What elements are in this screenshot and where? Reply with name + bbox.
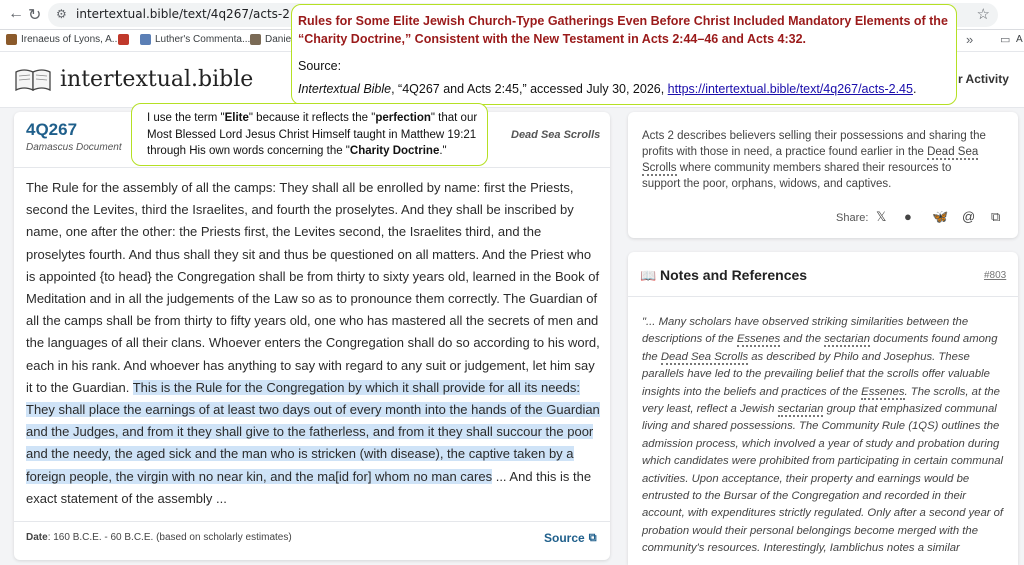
annotation-citation: Intertextual Bible, “4Q267 and Acts 2:45… bbox=[298, 82, 950, 96]
open-book-icon[interactable] bbox=[14, 66, 52, 92]
term-link[interactable]: Dead Sea bbox=[927, 146, 979, 160]
term-link[interactable]: Scrolls bbox=[642, 162, 677, 176]
citation-end: . bbox=[912, 82, 917, 96]
text-segment: where community members shared their res… bbox=[642, 162, 952, 190]
term-link[interactable]: sectarian bbox=[777, 403, 824, 418]
notes-text: "... Many scholars have observed strikin… bbox=[642, 314, 1004, 558]
annotation-title: Rules for Some Elite Jewish Church-Type … bbox=[298, 14, 948, 46]
notes-number[interactable]: #803 bbox=[984, 270, 1006, 281]
facebook-icon[interactable]: ● bbox=[904, 209, 912, 224]
citation-link[interactable]: https://intertextual.bible/text/4q267/ac… bbox=[668, 82, 913, 96]
favicon bbox=[118, 34, 129, 45]
divider bbox=[14, 521, 610, 522]
divider bbox=[14, 167, 610, 168]
annotation-note-box: I use the term "Elite" because it reflec… bbox=[131, 103, 488, 166]
url-text[interactable]: intertextual.bible/text/4q267/acts-2.45 bbox=[76, 7, 309, 21]
bookmark-red[interactable] bbox=[118, 34, 129, 45]
bookmark-star-icon[interactable]: ☆ bbox=[977, 5, 990, 23]
date-value: : 160 B.C.E. - 60 B.C.E. (based on schol… bbox=[47, 532, 292, 543]
copy-icon[interactable]: ⧉ bbox=[991, 209, 1000, 225]
site-info-icon[interactable]: ⚙ bbox=[56, 7, 67, 21]
back-icon[interactable]: ← bbox=[8, 5, 24, 23]
citation-text: , “4Q267 and Acts 2:45,” accessed July 3… bbox=[391, 82, 668, 96]
document-text: The Rule for the assembly of all the cam… bbox=[26, 177, 601, 510]
collection-name: Dead Sea Scrolls bbox=[511, 129, 601, 141]
citation-title: Intertextual Bible bbox=[298, 82, 392, 96]
nav-activity[interactable]: r Activity bbox=[958, 72, 1009, 86]
term-link[interactable]: sectarian bbox=[824, 333, 870, 348]
term-link[interactable]: Dead Sea Scrolls bbox=[660, 350, 749, 365]
text-segment: The Rule for the assembly of all the cam… bbox=[26, 180, 600, 395]
bookmark-label: Irenaeus of Lyons, A... bbox=[21, 34, 121, 45]
bookmark-daniel[interactable]: Daniel bbox=[250, 34, 293, 45]
notes-title: Notes and References bbox=[660, 267, 808, 283]
document-type: Damascus Document bbox=[26, 142, 122, 153]
bluesky-icon[interactable]: 🦋 bbox=[932, 209, 948, 225]
annotation-source-label: Source: bbox=[298, 59, 342, 73]
document-card: 4Q267 Damascus Document Dead Sea Scrolls… bbox=[14, 112, 610, 560]
bookmark-label: Daniel bbox=[265, 34, 294, 45]
favicon bbox=[140, 34, 151, 45]
favicon bbox=[6, 34, 17, 45]
text-segment: ." bbox=[439, 145, 447, 157]
x-icon[interactable]: 𝕏 bbox=[876, 209, 886, 225]
share-label: Share: bbox=[836, 212, 869, 224]
site-logo[interactable]: intertextual.bible bbox=[60, 67, 253, 92]
summary-card: Acts 2 describes believers selling their… bbox=[628, 112, 1018, 238]
bold-term: Elite bbox=[224, 112, 249, 124]
bookmark-label: Luther's Commenta... bbox=[155, 34, 251, 45]
annotation-note-text: I use the term "Elite" because it reflec… bbox=[147, 110, 482, 160]
text-segment: " because it reflects the " bbox=[248, 112, 376, 124]
bookmark-luther[interactable]: Luther's Commenta... bbox=[140, 34, 250, 45]
folder-icon[interactable]: ▭ bbox=[1000, 33, 1010, 46]
book-icon: 📖 bbox=[640, 268, 657, 283]
source-label: Source bbox=[544, 531, 585, 545]
more-bookmarks-icon[interactable]: » bbox=[966, 32, 973, 47]
term-link[interactable]: Essenes bbox=[736, 333, 781, 348]
reload-icon[interactable]: ↻ bbox=[28, 5, 41, 25]
date-label: Date bbox=[26, 532, 48, 543]
term-link[interactable]: Essenes bbox=[861, 385, 905, 400]
annotation-citation-box: Rules for Some Elite Jewish Church-Type … bbox=[291, 4, 957, 105]
favicon bbox=[250, 34, 261, 45]
bookmark-irenaeus[interactable]: Irenaeus of Lyons, A... bbox=[6, 34, 120, 45]
notes-card: 📖 Notes and References #803 "... Many sc… bbox=[628, 252, 1018, 565]
bold-term: Charity Doctrine bbox=[349, 145, 440, 157]
bookmark-folder-label[interactable]: A bbox=[1016, 34, 1023, 45]
summary-text: Acts 2 describes believers selling their… bbox=[642, 128, 992, 192]
text-segment: I use the term " bbox=[147, 112, 225, 124]
text-segment: group that emphasized communal living an… bbox=[642, 403, 1004, 555]
external-link-icon: ⧉ bbox=[588, 531, 597, 544]
threads-icon[interactable]: @ bbox=[962, 209, 975, 224]
document-date: Date: 160 B.C.E. - 60 B.C.E. (based on s… bbox=[26, 532, 292, 543]
document-id[interactable]: 4Q267 bbox=[26, 120, 77, 140]
divider bbox=[628, 296, 1018, 297]
source-link[interactable]: Source ⧉ bbox=[544, 531, 597, 545]
bold-term: perfection bbox=[375, 112, 431, 124]
text-segment: and the bbox=[780, 333, 825, 346]
